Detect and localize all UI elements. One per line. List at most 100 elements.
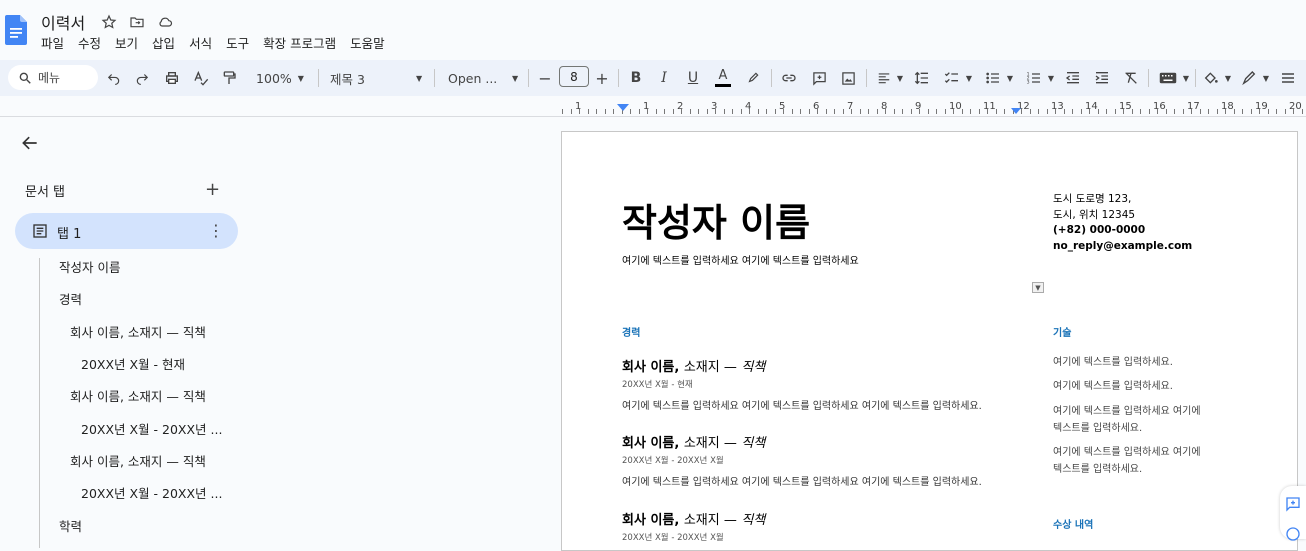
increase-font-size-button[interactable]: + [594, 66, 610, 90]
menu-extensions[interactable]: 확장 프로그램 [263, 33, 336, 52]
skill-item[interactable]: 여기에 텍스트를 입력하세요. [1053, 378, 1173, 395]
image-icon[interactable] [838, 66, 858, 90]
ruler-tick [1259, 109, 1260, 114]
increase-indent-icon[interactable] [1092, 66, 1112, 90]
menu-edit[interactable]: 수정 [78, 33, 101, 52]
job-date[interactable]: 20XX년 X월 - 20XX년 X월 [622, 531, 724, 543]
add-comment-icon[interactable] [1284, 496, 1302, 512]
line-spacing-icon[interactable] [912, 66, 932, 90]
search-icon [19, 72, 31, 84]
bulleted-list-icon[interactable]: ▼ [983, 66, 1015, 90]
document-title[interactable]: 이력서 [41, 10, 85, 34]
ruler-tick [1148, 109, 1150, 114]
menu-help[interactable]: 도움말 [350, 33, 385, 52]
ruler-tick [859, 109, 861, 114]
comment-icon[interactable] [809, 66, 829, 90]
outline-item[interactable]: 경력 [59, 289, 82, 308]
ruler-tick [995, 109, 997, 114]
job-date[interactable]: 20XX년 X월 - 20XX년 X월 [622, 454, 724, 466]
outline-item[interactable]: 20XX년 X월 - 20XX년 ... [81, 419, 222, 438]
contact-block[interactable]: 도시 도로명 123, 도시, 위치 12345 (+82) 000-0000 … [1053, 192, 1192, 254]
link-icon[interactable] [779, 66, 799, 90]
align-icon[interactable]: ▼ [875, 66, 905, 90]
job-title-line[interactable]: 회사 이름, 소재지 — 직책 [622, 432, 765, 451]
skill-item[interactable]: 여기에 텍스트를 입력하세요. [1053, 354, 1173, 371]
font-select[interactable]: Open ... ▼ [448, 66, 520, 90]
back-arrow-icon[interactable] [20, 133, 40, 153]
job-location: 소재지 — [683, 436, 737, 451]
menu-insert[interactable]: 삽입 [152, 33, 175, 52]
svg-text:3: 3 [1027, 79, 1030, 85]
cloud-status-icon[interactable] [155, 12, 175, 32]
skill-item[interactable]: 여기에 텍스트를 입력하세요 여기에 [1053, 444, 1201, 461]
chevron-down-icon: ▼ [512, 73, 519, 83]
job-title-line[interactable]: 회사 이름, 소재지 — 직책 [622, 509, 765, 528]
horizontal-ruler[interactable]: 1 1 2 3 4 5 6 7 8 9 10 11 12 13 14 15 16 17 18 19 20 [560, 100, 1306, 116]
more-vert-icon[interactable]: ⋮ [208, 221, 224, 240]
outline-item[interactable]: 작성자 이름 [59, 257, 120, 276]
outline-item[interactable]: 학력 [59, 516, 82, 535]
experience-heading[interactable]: 경력 [622, 324, 640, 339]
clear-formatting-icon[interactable] [1121, 66, 1141, 90]
checklist-icon[interactable]: ▼ [942, 66, 974, 90]
skills-heading[interactable]: 기술 [1053, 324, 1071, 339]
awards-heading[interactable]: 수상 내역 [1053, 516, 1093, 531]
author-name[interactable]: 작성자 이름 [622, 192, 810, 247]
add-tab-icon[interactable]: + [205, 179, 220, 200]
chevron-down-icon: ▼ [1182, 73, 1190, 83]
docs-logo-icon[interactable] [5, 15, 27, 45]
left-indent-marker-icon[interactable] [617, 104, 629, 114]
outline-item[interactable]: 회사 이름, 소재지 — 직책 [70, 322, 206, 341]
style-select[interactable]: 제목 3 ▼ [330, 66, 425, 90]
chevron-down-icon: ▼ [1262, 73, 1270, 83]
ruler-tick [1106, 109, 1107, 114]
menu-tools[interactable]: 도구 [226, 33, 249, 52]
dropdown-marker-icon[interactable]: ▼ [1032, 282, 1044, 293]
decrease-indent-icon[interactable] [1063, 66, 1083, 90]
subtitle-text[interactable]: 여기에 텍스트를 입력하세요 여기에 텍스트를 입력하세요 [622, 252, 859, 267]
document-page[interactable]: 작성자 이름 여기에 텍스트를 입력하세요 여기에 텍스트를 입력하세요 도시 … [561, 131, 1298, 551]
text-color-icon[interactable]: A [713, 66, 733, 90]
print-icon[interactable] [162, 66, 182, 90]
skill-item[interactable]: 텍스트를 입력하세요. [1053, 461, 1142, 478]
paint-format-icon[interactable] [219, 66, 239, 90]
star-icon[interactable] [99, 12, 119, 32]
address-line-2: 도시, 위치 12345 [1053, 208, 1136, 221]
outline-item[interactable]: 회사 이름, 소재지 — 직책 [70, 386, 206, 405]
right-indent-marker-icon[interactable] [1011, 108, 1021, 116]
outline-item[interactable]: 회사 이름, 소재지 — 직책 [70, 451, 206, 470]
job-description[interactable]: 여기에 텍스트를 입력하세요 여기에 텍스트를 입력하세요 여기에 텍스트를 입… [622, 397, 982, 412]
title-bar: 이력서 파일 수정 보기 삽입 서식 도구 확장 프로그램 도움말 [0, 0, 1306, 60]
undo-icon[interactable] [104, 66, 124, 90]
menu-search-input[interactable]: 메뉴 [8, 65, 98, 90]
menu-format[interactable]: 서식 [189, 33, 212, 52]
highlight-icon[interactable] [743, 66, 763, 90]
border-color-icon[interactable]: ▼ [1240, 66, 1270, 90]
redo-icon[interactable] [132, 66, 152, 90]
italic-icon[interactable]: I [655, 66, 673, 90]
ruler-tick [851, 109, 852, 114]
menu-view[interactable]: 보기 [115, 33, 138, 52]
bold-icon[interactable]: B [627, 66, 645, 90]
input-tools-icon[interactable]: ▼ [1156, 66, 1192, 90]
outline-item[interactable]: 20XX년 X월 - 현재 [81, 354, 185, 373]
skill-item[interactable]: 여기에 텍스트를 입력하세요 여기에 [1053, 403, 1201, 420]
move-folder-icon[interactable] [127, 12, 147, 32]
underline-icon[interactable]: U [684, 66, 702, 90]
emoji-icon[interactable] [1284, 526, 1302, 542]
fill-color-icon[interactable]: ▼ [1202, 66, 1232, 90]
zoom-select[interactable]: 100% ▼ [250, 66, 310, 90]
spellcheck-icon[interactable] [191, 66, 211, 90]
job-date[interactable]: 20XX년 X월 - 현재 [622, 378, 693, 390]
outline-item[interactable]: 20XX년 X월 - 20XX년 ... [81, 483, 222, 502]
decrease-font-size-button[interactable]: − [537, 66, 553, 90]
more-options-icon[interactable] [1278, 66, 1298, 90]
tab-1[interactable]: 탭 1 ⋮ [15, 213, 238, 249]
job-description[interactable]: 여기에 텍스트를 입력하세요 여기에 텍스트를 입력하세요 여기에 텍스트를 입… [622, 473, 982, 488]
job-title-line[interactable]: 회사 이름, 소재지 — 직책 [622, 356, 765, 375]
font-size-input[interactable]: 8 [559, 66, 589, 87]
menu-file[interactable]: 파일 [41, 33, 64, 52]
tab-label: 탭 1 [57, 227, 82, 242]
numbered-list-icon[interactable]: 1 2 3 ▼ [1024, 66, 1056, 90]
skill-item[interactable]: 텍스트를 입력하세요. [1053, 420, 1142, 437]
